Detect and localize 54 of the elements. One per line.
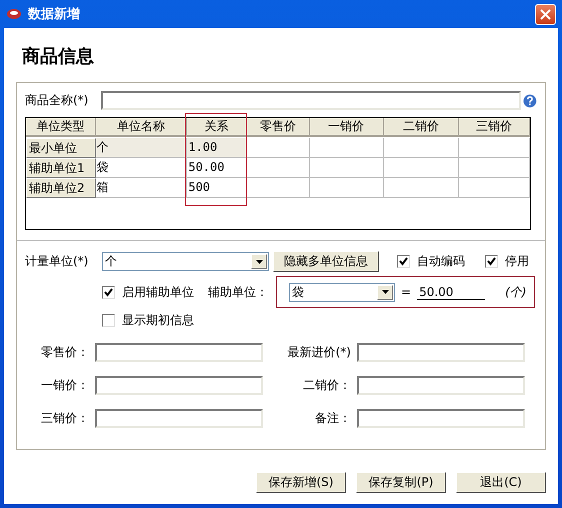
field-label: 备注： [314,410,352,427]
hide-units-button[interactable]: 隐藏多单位信息 [273,251,379,272]
input-field[interactable] [357,409,525,428]
dialog-button[interactable]: 退出(C) [456,472,546,493]
dialog-button[interactable]: 保存新增(S) [256,472,346,493]
help-icon[interactable] [523,94,537,108]
section-heading: 商品信息 [22,45,94,68]
unit-dropdown[interactable]: 个 [102,252,269,271]
column-header: 二销价 [384,118,460,137]
window-title: 数据新增 [28,6,81,23]
input-field[interactable] [357,343,525,362]
input-field[interactable] [100,91,522,110]
input-field[interactable] [95,343,263,362]
table-cell [247,138,310,158]
dialog-button[interactable]: 保存复制(P) [356,472,446,493]
close-button[interactable] [535,4,556,24]
table-cell [247,178,310,198]
column-header: 零售价 [247,118,310,137]
field-label: 商品全称(*) [25,92,90,109]
table-cell: 1.00 [187,138,248,158]
table-cell [247,158,310,178]
row-header: 辅助单位2 [26,178,96,198]
input-field[interactable] [357,376,525,395]
equals-sign: = [401,285,412,299]
column-header: 单位名称 [96,118,188,137]
input-field[interactable] [95,409,263,428]
column-header: 一销价 [310,118,384,137]
aux-unit-checkbox[interactable]: 启用辅助单位 [102,284,194,300]
checkmark-icon [399,257,408,266]
input-field[interactable] [95,376,263,395]
auto-code-checkbox[interactable]: 自动编码 [397,253,465,270]
checkmark-icon [487,257,496,266]
field-label: 三销价： [40,410,90,427]
field-label: 辅助单位： [208,284,268,300]
base-unit-label: (个) [505,284,526,300]
aux-unit-dropdown[interactable]: 袋 [289,282,395,302]
checkmark-icon [104,288,113,296]
field-label: 二销价： [302,377,352,394]
column-header: 单位类型 [26,118,96,137]
column-header: 三销价 [459,118,530,137]
table-cell: 个 [96,138,188,158]
table-cell: 箱 [96,178,188,198]
row-header: 最小单位 [26,138,96,158]
field-label: 一销价： [40,377,90,394]
field-label: 零售价： [40,344,90,361]
field-label: 最新进价(*) [286,344,352,361]
ratio-field[interactable]: 50.00 [417,284,486,300]
app-logo-icon [6,7,22,21]
column-header: 关系 [187,118,248,137]
close-icon [540,8,551,20]
field-label: 计量单位(*) [25,253,90,270]
show-initial-checkbox[interactable]: 显示期初信息 [102,312,194,329]
row-header: 辅助单位1 [26,158,96,178]
table-cell: 袋 [96,158,188,178]
